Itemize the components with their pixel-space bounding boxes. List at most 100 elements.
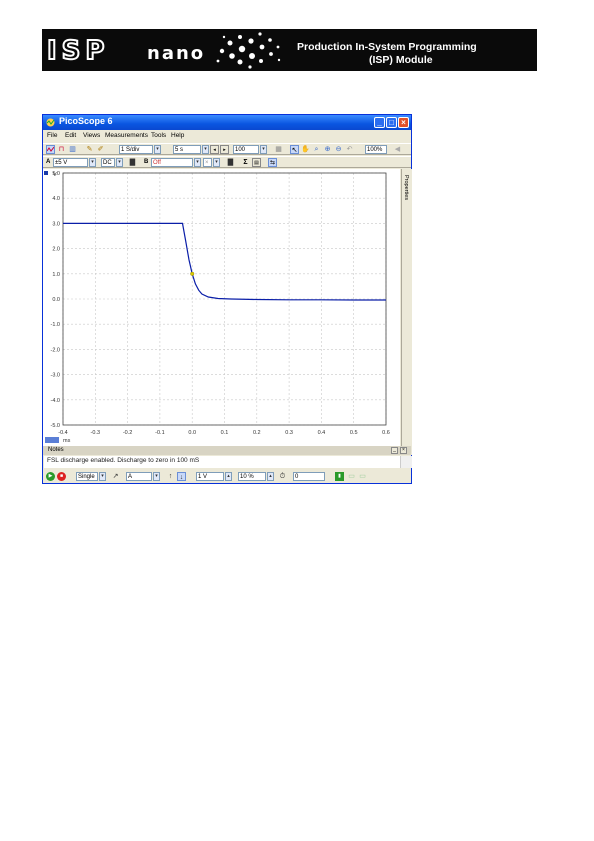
zoom-level-field[interactable]: 100% xyxy=(365,145,387,154)
menu-help[interactable]: Help xyxy=(171,132,184,139)
zoom-in-icon[interactable]: ⊕ xyxy=(323,145,332,154)
channel-a-options-icon[interactable]: ▇ xyxy=(128,158,137,167)
timebase-dropdown-icon[interactable]: ▾ xyxy=(202,145,209,154)
waveform-chart[interactable]: 5.04.03.02.01.00.0-1.0-2.0-3.0-4.0-5.0-0… xyxy=(43,169,400,455)
zoom-in-x-icon[interactable]: ▸ xyxy=(220,145,229,154)
probe-icon[interactable]: ✎ xyxy=(85,145,94,154)
close-button[interactable]: × xyxy=(398,117,409,128)
notes-text[interactable]: FSL discharge enabled. Discharge to zero… xyxy=(44,456,400,468)
timebase-field[interactable]: 5 s xyxy=(173,145,201,154)
window-title: PicoScope 6 xyxy=(59,116,113,126)
stop-icon[interactable]: ■ xyxy=(57,472,66,481)
channel-a-color-swatch xyxy=(44,171,48,175)
channel-b-coupling-field[interactable]: × xyxy=(203,158,212,167)
notes-panel-header: Notes _ × xyxy=(43,446,411,455)
menu-edit[interactable]: Edit xyxy=(65,132,76,139)
coupling-field[interactable]: DC xyxy=(101,158,115,167)
samples-dropdown-icon[interactable]: ▾ xyxy=(154,145,161,154)
zoom-area-icon[interactable]: ⌕ xyxy=(312,145,321,154)
sparkle-dots-icon xyxy=(216,32,281,69)
range-dropdown-icon[interactable]: ▾ xyxy=(89,158,96,167)
resolution-dropdown-icon[interactable]: ▾ xyxy=(260,145,267,154)
banner-tagline-2: (ISP) Module xyxy=(369,54,433,66)
brand-logo-isp: ISP xyxy=(46,35,110,67)
x-tick-label: -0.1 xyxy=(155,430,164,436)
notes-close-button[interactable]: × xyxy=(400,447,407,454)
ruler-3-icon[interactable]: ▭ xyxy=(358,472,367,481)
delay-icon[interactable]: ⏱ xyxy=(278,472,287,481)
minimize-button[interactable]: _ xyxy=(374,117,385,128)
y-tick-label: -1.0 xyxy=(51,322,60,328)
threshold-spin-icon[interactable]: ▴ xyxy=(225,472,232,481)
menu-tools[interactable]: Tools xyxy=(151,132,166,139)
menu-file[interactable]: File xyxy=(47,132,57,139)
pretrigger-spin-icon[interactable]: ▴ xyxy=(267,472,274,481)
resolution-field[interactable]: 100 xyxy=(233,145,259,154)
grid-icon[interactable]: ▦ xyxy=(274,145,283,154)
channel-b-dropdown-icon[interactable]: ▾ xyxy=(194,158,201,167)
persistence-mode-icon[interactable]: ⊓ xyxy=(57,145,66,154)
trigger-edge-icon[interactable]: ↗ xyxy=(111,472,120,481)
select-pointer-icon[interactable]: ↖ xyxy=(290,145,299,154)
channel-b-coupling-dropdown-icon[interactable]: ▾ xyxy=(213,158,220,167)
channel-b-range-field[interactable]: Off xyxy=(151,158,193,167)
y-tick-label: -2.0 xyxy=(51,347,60,353)
picoscope-window: PicoScope 6 _ □ × File Edit Views Measur… xyxy=(42,114,412,484)
y-tick-label: 4.0 xyxy=(52,196,60,202)
ruler-2-icon[interactable]: ▭ xyxy=(347,472,356,481)
x-tick-label: 0.4 xyxy=(318,430,326,436)
y-tick-label: 3.0 xyxy=(52,221,60,227)
x-tick-label: -0.4 xyxy=(58,430,67,436)
x-tick-label: -0.3 xyxy=(91,430,100,436)
trigger-mode-field[interactable]: Single xyxy=(76,472,98,481)
capture-toolbar: ⊓ ▥ ✎ ✐ 1 S/div ▾ 5 s ▾ ◂ ▸ 100 ▾ ▦ ↖ ✋ … xyxy=(43,143,411,155)
hand-pan-icon[interactable]: ✋ xyxy=(301,145,310,154)
notes-scrollbar[interactable] xyxy=(400,456,412,468)
x-tick-label: 0.1 xyxy=(221,430,229,436)
x-tick-label: 0.6 xyxy=(382,430,390,436)
spectrum-mode-icon[interactable]: ▥ xyxy=(68,145,77,154)
coupling-dropdown-icon[interactable]: ▾ xyxy=(116,158,123,167)
channel-toolbar: A ±5 V ▾ DC ▾ ▇ B Off ▾ × ▾ ▇ Σ ▤ ⇆ xyxy=(43,156,411,168)
properties-tab-label: Properties xyxy=(403,175,409,201)
x-tick-label: 0.3 xyxy=(285,430,293,436)
trigger-mode-dropdown-icon[interactable]: ▾ xyxy=(99,472,106,481)
x-axis-scroll-thumb xyxy=(45,437,59,443)
start-icon[interactable]: ▶ xyxy=(46,472,55,481)
x-unit-label: ms xyxy=(63,438,71,444)
channel-b-label: B xyxy=(144,159,149,165)
properties-side-tab[interactable]: Properties xyxy=(401,169,412,455)
trigger-delay-field[interactable]: 0 xyxy=(293,472,325,481)
trigger-channel-field[interactable]: A xyxy=(126,472,152,481)
ruler-icon[interactable]: ▮ xyxy=(335,472,344,481)
rising-edge-icon[interactable]: ↑ xyxy=(166,472,175,481)
menu-measurements[interactable]: Measurements xyxy=(105,132,148,139)
custom-probe-icon[interactable]: ✐ xyxy=(96,145,105,154)
trigger-threshold-field[interactable]: 1 V xyxy=(196,472,224,481)
oscilloscope-view[interactable]: 5.0 4.0 3.0 2.0 1.0 0.0 -1.0 -2.0 -3.0 -4.0 -5.0 -0… xyxy=(43,169,400,455)
auto-setup-icon[interactable]: ⇆ xyxy=(268,158,277,167)
menu-views[interactable]: Views xyxy=(83,132,100,139)
zoom-out-x-icon[interactable]: ◂ xyxy=(210,145,219,154)
reference-waveform-icon[interactable]: ▤ xyxy=(252,158,261,167)
window-titlebar[interactable]: PicoScope 6 _ □ × xyxy=(43,115,411,130)
maximize-button[interactable]: □ xyxy=(386,117,397,128)
isp-nano-banner: ISP nano Production In-System Programmin… xyxy=(42,29,537,71)
samples-per-div-field[interactable]: 1 S/div xyxy=(119,145,153,154)
y-tick-label: -5.0 xyxy=(51,423,60,429)
y-unit-label: V xyxy=(53,172,57,178)
nav-back-icon[interactable]: ◀ xyxy=(393,145,402,154)
pretrigger-field[interactable]: 10 % xyxy=(238,472,266,481)
trigger-channel-dropdown-icon[interactable]: ▾ xyxy=(153,472,160,481)
math-channels-icon[interactable]: Σ xyxy=(241,158,250,167)
scope-mode-icon[interactable] xyxy=(46,145,55,154)
notes-minimize-button[interactable]: _ xyxy=(391,447,398,454)
trigger-point-marker xyxy=(190,271,195,276)
x-tick-label: 0.0 xyxy=(188,430,196,436)
undo-zoom-icon[interactable]: ↶ xyxy=(345,145,354,154)
channel-a-range-field[interactable]: ±5 V xyxy=(53,158,88,167)
picoscope-app-icon xyxy=(46,118,55,127)
zoom-out-icon[interactable]: ⊖ xyxy=(334,145,343,154)
channel-b-options-icon[interactable]: ▇ xyxy=(226,158,235,167)
falling-edge-icon[interactable]: ↓ xyxy=(177,472,186,481)
